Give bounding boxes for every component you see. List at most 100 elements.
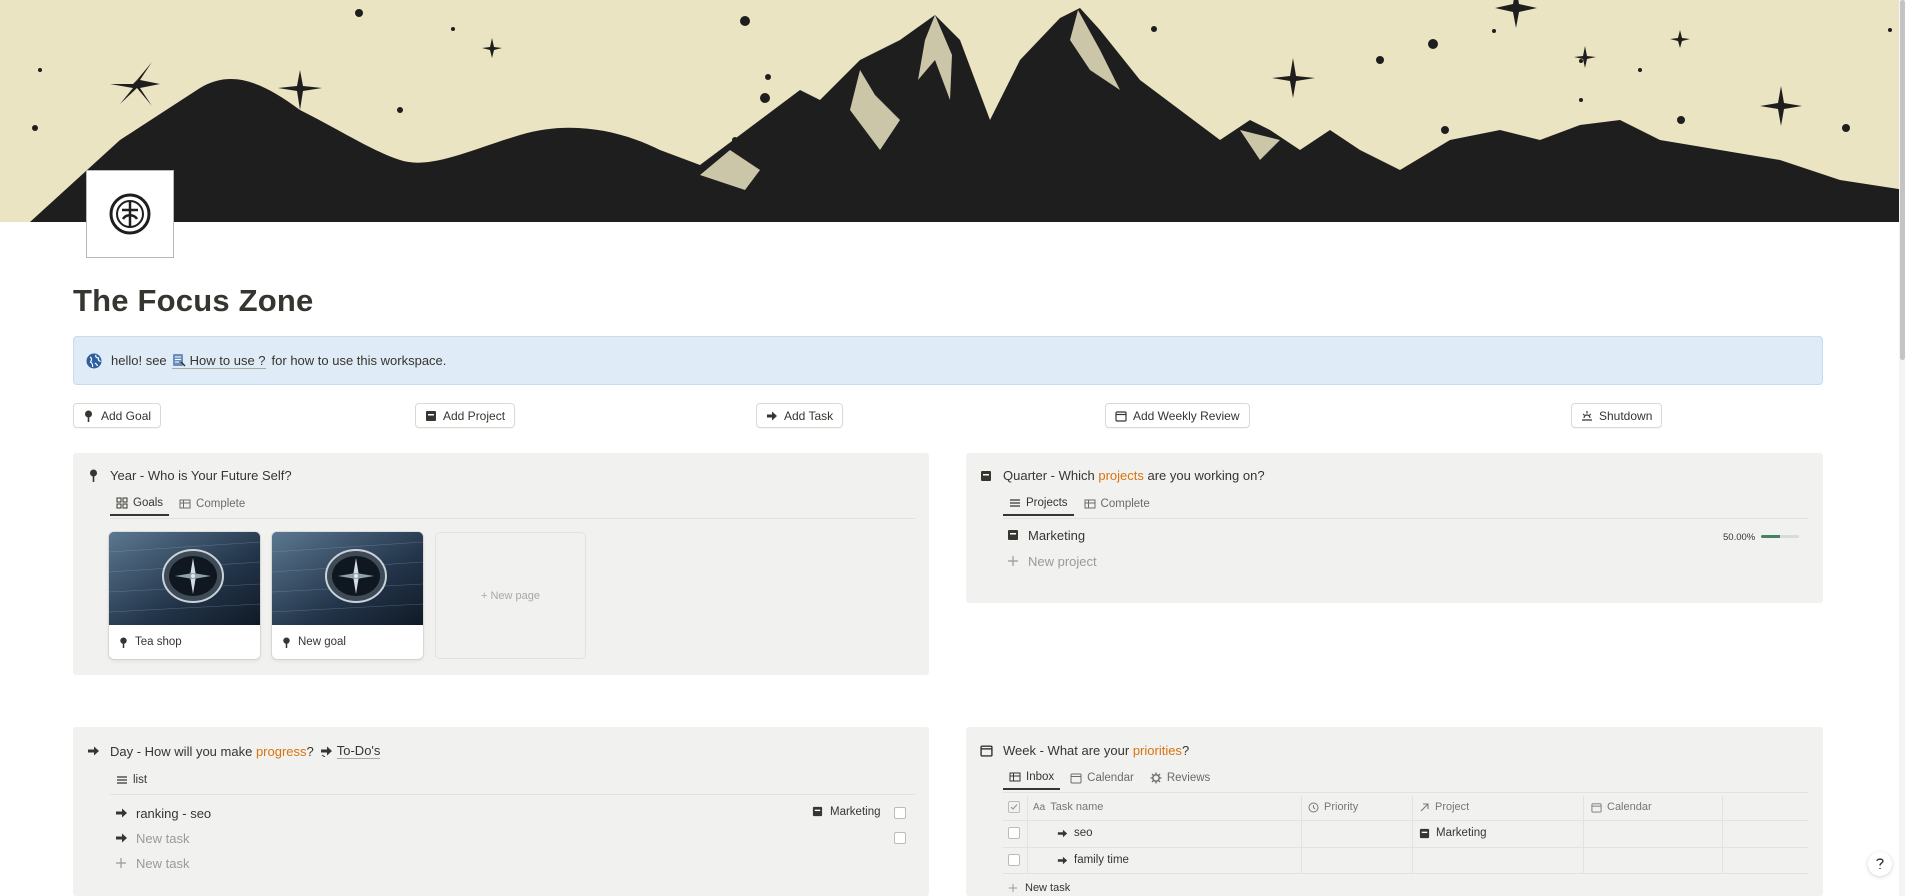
pin-icon — [86, 469, 100, 483]
pin-icon — [120, 636, 127, 648]
callout-block[interactable]: hello! see How to use ? for how to use t… — [73, 336, 1823, 385]
table-col-divider — [1301, 796, 1302, 873]
week-heading: Week - What are your priorities? — [979, 743, 1189, 758]
new-page-card[interactable]: + New page — [435, 532, 586, 659]
calendar-icon — [1070, 772, 1082, 784]
checkmark-icon — [1010, 804, 1018, 810]
quarter-view-tabs: Projects Complete — [1003, 492, 1160, 516]
page-title[interactable]: The Focus Zone — [73, 283, 313, 319]
help-icon — [1876, 858, 1884, 869]
add-project-label: Add Project — [443, 408, 506, 423]
arrow-right-icon — [115, 832, 128, 845]
row-checkbox[interactable] — [1008, 854, 1020, 866]
shutdown-button[interactable]: Shutdown — [1571, 403, 1663, 428]
tab-inbox[interactable]: Inbox — [1003, 766, 1061, 790]
tab-calendar-label: Calendar — [1087, 772, 1134, 784]
table-row-project[interactable]: Marketing — [1419, 826, 1487, 840]
new-task-label: New task — [136, 856, 190, 871]
column-project[interactable]: Project — [1419, 801, 1469, 813]
goal-card-title: Tea shop — [118, 636, 182, 648]
task-done-checkbox[interactable] — [894, 832, 906, 844]
tab-calendar[interactable]: Calendar — [1064, 766, 1140, 790]
scrollbar-thumb[interactable] — [1900, 0, 1905, 360]
new-project-row[interactable]: New project — [1007, 554, 1097, 569]
column-calendar[interactable]: Calendar — [1591, 801, 1652, 813]
task-row[interactable]: New task — [115, 831, 189, 846]
archive-box-icon — [979, 469, 993, 483]
tab-reviews-label: Reviews — [1166, 772, 1211, 784]
list-icon — [1009, 497, 1021, 509]
page-link-icon — [172, 354, 186, 367]
page-icon[interactable] — [86, 170, 174, 258]
new-task-label: New task — [1025, 882, 1071, 894]
tab-inbox-label: Inbox — [1026, 771, 1055, 783]
add-weekly-review-label: Add Weekly Review — [1133, 408, 1240, 423]
task-project-name: Marketing — [830, 806, 881, 818]
tab-reviews[interactable]: Reviews — [1144, 766, 1216, 790]
add-project-button[interactable]: Add Project — [415, 403, 516, 428]
quarter-heading-after: are you working on? — [1143, 468, 1265, 483]
tab-goals[interactable]: Goals — [110, 492, 170, 516]
calendar-icon — [1114, 409, 1127, 422]
project-progress-value: 50.00% — [1723, 532, 1756, 543]
week-heading-after: ? — [1181, 743, 1190, 758]
quarter-heading-highlight: projects — [1098, 468, 1144, 483]
add-goal-label: Add Goal — [101, 408, 152, 423]
week-tabs-divider — [1003, 792, 1808, 793]
cover-image[interactable] — [0, 0, 1905, 222]
goal-card-title-text: New goal — [298, 636, 346, 648]
task-title: ranking - seo — [136, 806, 212, 821]
new-task-row[interactable]: New task — [115, 856, 189, 871]
tab-list-label: list — [133, 774, 148, 786]
column-task-name[interactable]: Aa Task name — [1033, 801, 1103, 813]
week-heading-before: Week - What are your — [1003, 743, 1133, 758]
year-tabs-divider — [110, 518, 915, 519]
project-row[interactable]: Marketing — [1007, 528, 1085, 543]
arrow-right-icon — [115, 807, 128, 820]
monogram-logo-icon — [109, 193, 151, 235]
project-progress-bar — [1761, 535, 1799, 538]
archive-box-icon — [424, 409, 437, 422]
sunset-icon — [1580, 409, 1593, 422]
list-icon — [116, 774, 128, 786]
goal-card[interactable]: New goal — [272, 532, 423, 659]
quarter-heading-before: Quarter - Which — [1003, 468, 1099, 483]
table-icon — [1009, 771, 1021, 783]
todos-link[interactable]: To-Do's — [320, 743, 381, 759]
add-goal-button[interactable]: Add Goal — [73, 403, 162, 428]
table-icon — [1084, 498, 1096, 510]
select-all-checkbox[interactable] — [1008, 801, 1020, 813]
column-priority[interactable]: Priority — [1308, 801, 1358, 813]
year-heading-text[interactable]: Year - Who is Your Future Self? — [110, 468, 292, 483]
day-heading: Day - How will you make progress? To-Do'… — [86, 743, 381, 759]
tab-projects[interactable]: Projects — [1003, 492, 1074, 516]
how-to-use-link[interactable]: How to use ? — [171, 353, 266, 369]
plus-icon — [1008, 883, 1019, 894]
column-calendar-label: Calendar — [1607, 801, 1652, 813]
table-row-task[interactable]: seo — [1057, 826, 1093, 840]
task-title: New task — [136, 831, 190, 846]
new-page-label: + New page — [480, 589, 540, 602]
task-done-checkbox[interactable] — [894, 807, 906, 819]
day-view-tabs: list — [110, 768, 157, 792]
tab-complete-label: Complete — [196, 498, 246, 510]
relation-arrow-icon — [1419, 802, 1430, 813]
year-heading: Year - Who is Your Future Self? — [86, 468, 292, 483]
new-task-row[interactable]: New task — [1008, 882, 1070, 894]
add-task-button[interactable]: Add Task — [756, 403, 844, 428]
goal-card[interactable]: Tea shop — [109, 532, 260, 659]
task-row[interactable]: ranking - seo — [115, 806, 211, 821]
shutdown-label: Shutdown — [1599, 408, 1653, 423]
compass-cover-image — [109, 532, 260, 625]
help-button[interactable] — [1868, 852, 1892, 876]
task-project-relation[interactable]: Marketing — [812, 806, 881, 818]
row-checkbox[interactable] — [1008, 827, 1020, 839]
tab-complete[interactable]: Complete — [1078, 492, 1156, 516]
mountain-cover-illustration — [0, 0, 1905, 222]
column-priority-label: Priority — [1324, 801, 1359, 813]
page-scrollbar[interactable] — [1899, 0, 1905, 896]
table-row-task[interactable]: family time — [1057, 853, 1129, 867]
add-weekly-review-button[interactable]: Add Weekly Review — [1105, 403, 1250, 428]
tab-list[interactable]: list — [110, 768, 153, 792]
tab-complete[interactable]: Complete — [173, 492, 251, 516]
